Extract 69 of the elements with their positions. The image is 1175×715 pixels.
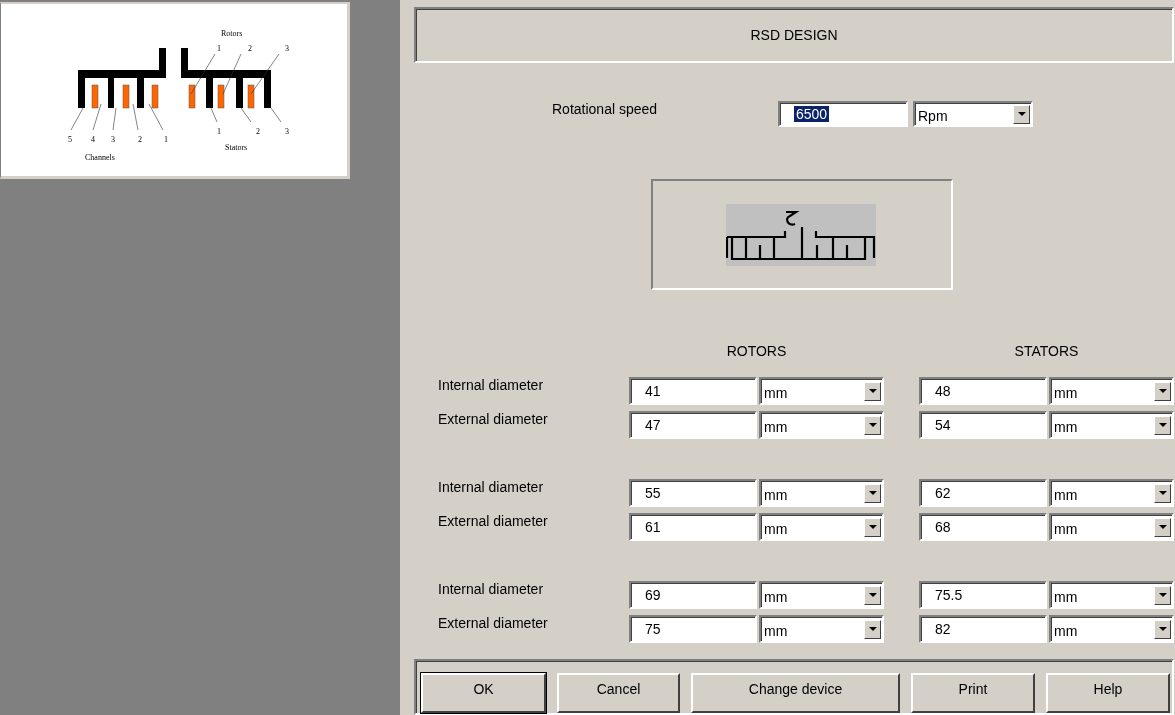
unit-dropdown[interactable]: mm — [759, 377, 884, 405]
rotor-number: 1 — [217, 44, 221, 53]
rotors-label: Rotors — [221, 29, 243, 38]
dialog-title: RSD DESIGN — [414, 7, 1174, 64]
rotor-number: 2 — [248, 44, 252, 53]
rotor-stator-icon — [726, 203, 876, 266]
value-field[interactable]: 82 — [919, 615, 1047, 643]
dialog-button[interactable]: Help — [1046, 673, 1170, 713]
unit-dropdown[interactable]: mm — [1049, 615, 1174, 643]
column-header: STATORS — [1013, 343, 1080, 359]
unit-dropdown[interactable]: mm — [1049, 513, 1174, 541]
unit-dropdown[interactable]: mm — [759, 615, 884, 643]
unit-dropdown[interactable]: mm — [1049, 479, 1174, 507]
value-field[interactable]: 47 — [629, 411, 757, 439]
column-header: ROTORS — [725, 343, 788, 359]
dropdown-arrow-icon — [868, 593, 877, 597]
value-field[interactable]: 61 — [629, 513, 757, 541]
value-field[interactable]: 55 — [629, 479, 757, 507]
channel-number: 1 — [164, 135, 168, 144]
dropdown-arrow-icon — [868, 389, 877, 393]
channel-number: 2 — [138, 135, 142, 144]
dialog-button[interactable]: Print — [911, 673, 1035, 713]
channel-number: 5 — [68, 135, 72, 144]
row-label: External diameter — [438, 411, 549, 427]
dialog-button[interactable]: OK — [421, 673, 546, 713]
dropdown-arrow-icon — [1158, 627, 1167, 631]
unit-dropdown[interactable]: mm — [759, 513, 884, 541]
dropdown-arrow-icon — [868, 491, 877, 495]
value-field[interactable]: 54 — [919, 411, 1047, 439]
dropdown-arrow-icon — [1158, 593, 1167, 597]
dropdown-arrow-icon — [868, 525, 877, 529]
value-field[interactable]: 75 — [629, 615, 757, 643]
stators-label: Stators — [225, 143, 248, 152]
unit-dropdown[interactable]: mm — [759, 479, 884, 507]
rotor-number: 3 — [285, 44, 289, 53]
unit-dropdown[interactable]: mm — [1049, 377, 1174, 405]
row-label: Internal diameter — [438, 377, 545, 393]
unit-dropdown[interactable]: mm — [759, 581, 884, 609]
value-field[interactable]: 62 — [919, 479, 1047, 507]
stator-number: 1 — [217, 127, 221, 136]
stator-number: 2 — [256, 127, 260, 136]
dropdown-arrow-icon — [1158, 389, 1167, 393]
unit-dropdown[interactable]: mm — [1049, 411, 1174, 439]
unit-dropdown[interactable]: mm — [759, 411, 884, 439]
speed-label: Rotational speed — [552, 101, 659, 118]
dropdown-arrow-icon — [1158, 525, 1167, 529]
dropdown-arrow-icon — [868, 423, 877, 427]
channel-number: 4 — [91, 135, 95, 144]
row-label: External diameter — [438, 513, 549, 529]
dropdown-arrow-icon — [1158, 491, 1167, 495]
dialog-button[interactable]: Change device — [691, 673, 900, 713]
speed-field[interactable]: 6500 — [778, 101, 908, 128]
value-field[interactable]: 69 — [629, 581, 757, 609]
stator-number: 3 — [285, 127, 289, 136]
value-field[interactable]: 75.5 — [919, 581, 1047, 609]
value-field[interactable]: 68 — [919, 513, 1047, 541]
dropdown-arrow-icon — [1158, 423, 1167, 427]
dropdown-arrow-icon — [1017, 112, 1026, 117]
row-label: Internal diameter — [438, 581, 545, 597]
value-field[interactable]: 48 — [919, 377, 1047, 405]
row-label: Internal diameter — [438, 479, 545, 495]
dialog-button[interactable]: Cancel — [557, 673, 680, 713]
row-label: External diameter — [438, 615, 549, 631]
value-field[interactable]: 41 — [629, 377, 757, 405]
channel-number: 3 — [111, 135, 115, 144]
unit-dropdown[interactable]: mm — [1049, 581, 1174, 609]
unit-dropdown[interactable]: Rpm — [913, 101, 1033, 128]
channels-label: Channels — [85, 153, 115, 162]
dropdown-arrow-icon — [868, 627, 877, 631]
